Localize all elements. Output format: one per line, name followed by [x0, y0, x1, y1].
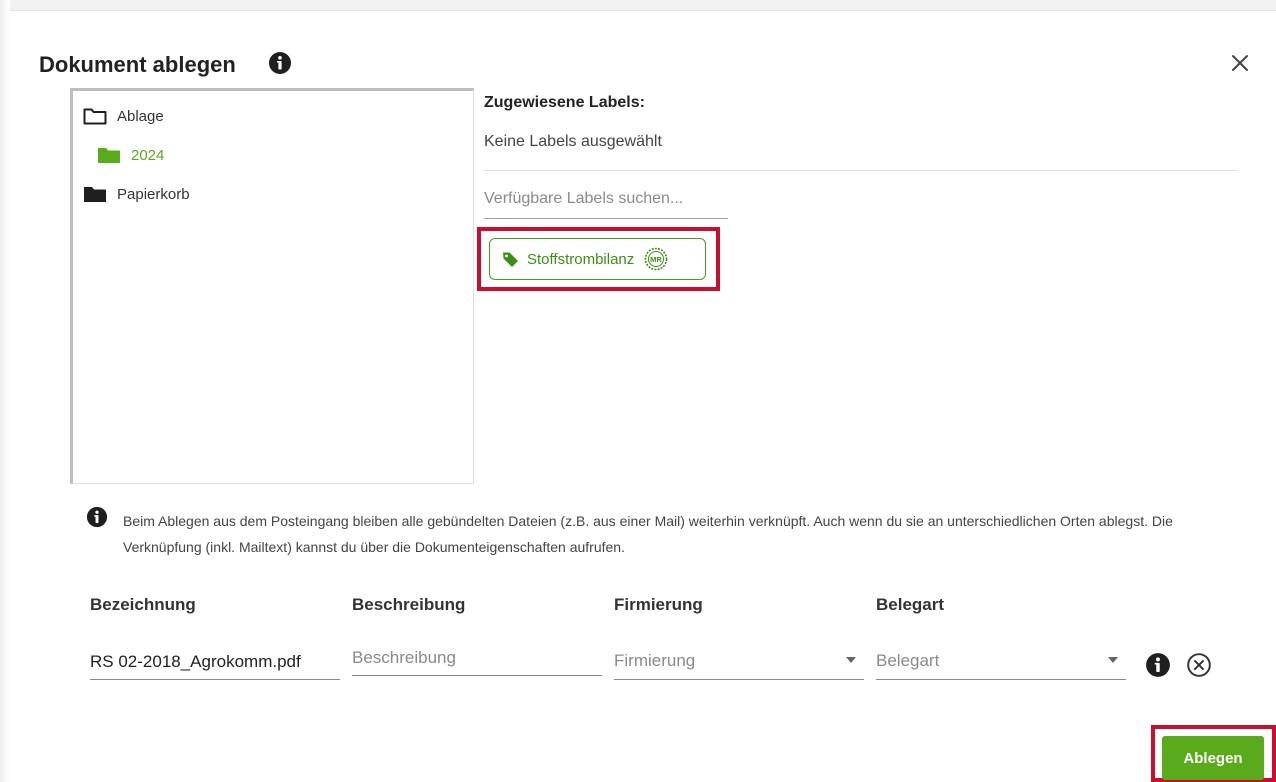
belegart-select[interactable]: Belegart [876, 644, 1126, 680]
ablegen-button[interactable]: Ablegen [1162, 736, 1264, 780]
bezeichnung-field-wrap [90, 644, 340, 680]
labels-search-input[interactable] [484, 180, 728, 219]
tree-item-label: Papierkorb [117, 185, 190, 203]
column-header-beschreibung: Beschreibung [352, 595, 466, 614]
window-top-edge [0, 0, 1276, 11]
belegart-select-text: Belegart [876, 651, 940, 670]
tree-item-ablage[interactable]: Ablage [83, 107, 164, 125]
tree-item-label: Ablage [117, 107, 164, 125]
remove-circle-icon[interactable] [1186, 652, 1212, 678]
folder-tree: Ablage 2024 Papierkorb [70, 88, 474, 484]
column-header-firmierung: Firmierung [614, 595, 703, 614]
info-circle-icon[interactable] [268, 51, 292, 75]
close-icon[interactable] [1229, 52, 1251, 74]
bezeichnung-input[interactable] [90, 644, 340, 679]
window-left-edge [0, 0, 10, 782]
tree-item-papierkorb[interactable]: Papierkorb [83, 185, 190, 203]
labels-empty-text: Keine Labels ausgewählt [484, 133, 662, 150]
mr-badge-text: MR [650, 255, 662, 264]
divider [484, 170, 1237, 171]
dropdown-caret-icon [1108, 657, 1118, 663]
beschreibung-field-wrap [352, 640, 602, 676]
dialog-title: Dokument ablegen [39, 52, 236, 77]
info-text: Beim Ablegen aus dem Posteingang bleiben… [123, 513, 1173, 555]
folder-outline-icon [83, 108, 107, 125]
folder-filled-icon [84, 187, 106, 202]
column-header-belegart: Belegart [876, 595, 945, 614]
beschreibung-input[interactable] [352, 640, 602, 675]
labels-heading: Zugewiesene Labels: [484, 94, 645, 111]
tag-icon [503, 252, 518, 267]
column-header-bezeichnung: Bezeichnung [90, 595, 196, 614]
firmierung-select-text: Firmierung [614, 651, 696, 670]
label-chip-text: Stoffstrombilanz [527, 250, 635, 268]
label-chip-stoffstrombilanz[interactable]: Stoffstrombilanz MR [489, 238, 706, 280]
info-circle-icon [86, 506, 108, 528]
info-circle-icon[interactable] [1145, 652, 1171, 678]
mr-badge-icon: MR [644, 247, 668, 271]
firmierung-select[interactable]: Firmierung [614, 644, 864, 680]
folder-filled-icon [98, 148, 120, 163]
tree-item-label: 2024 [131, 146, 165, 164]
dropdown-caret-icon [846, 657, 856, 663]
tree-item-2024[interactable]: 2024 [97, 146, 164, 164]
